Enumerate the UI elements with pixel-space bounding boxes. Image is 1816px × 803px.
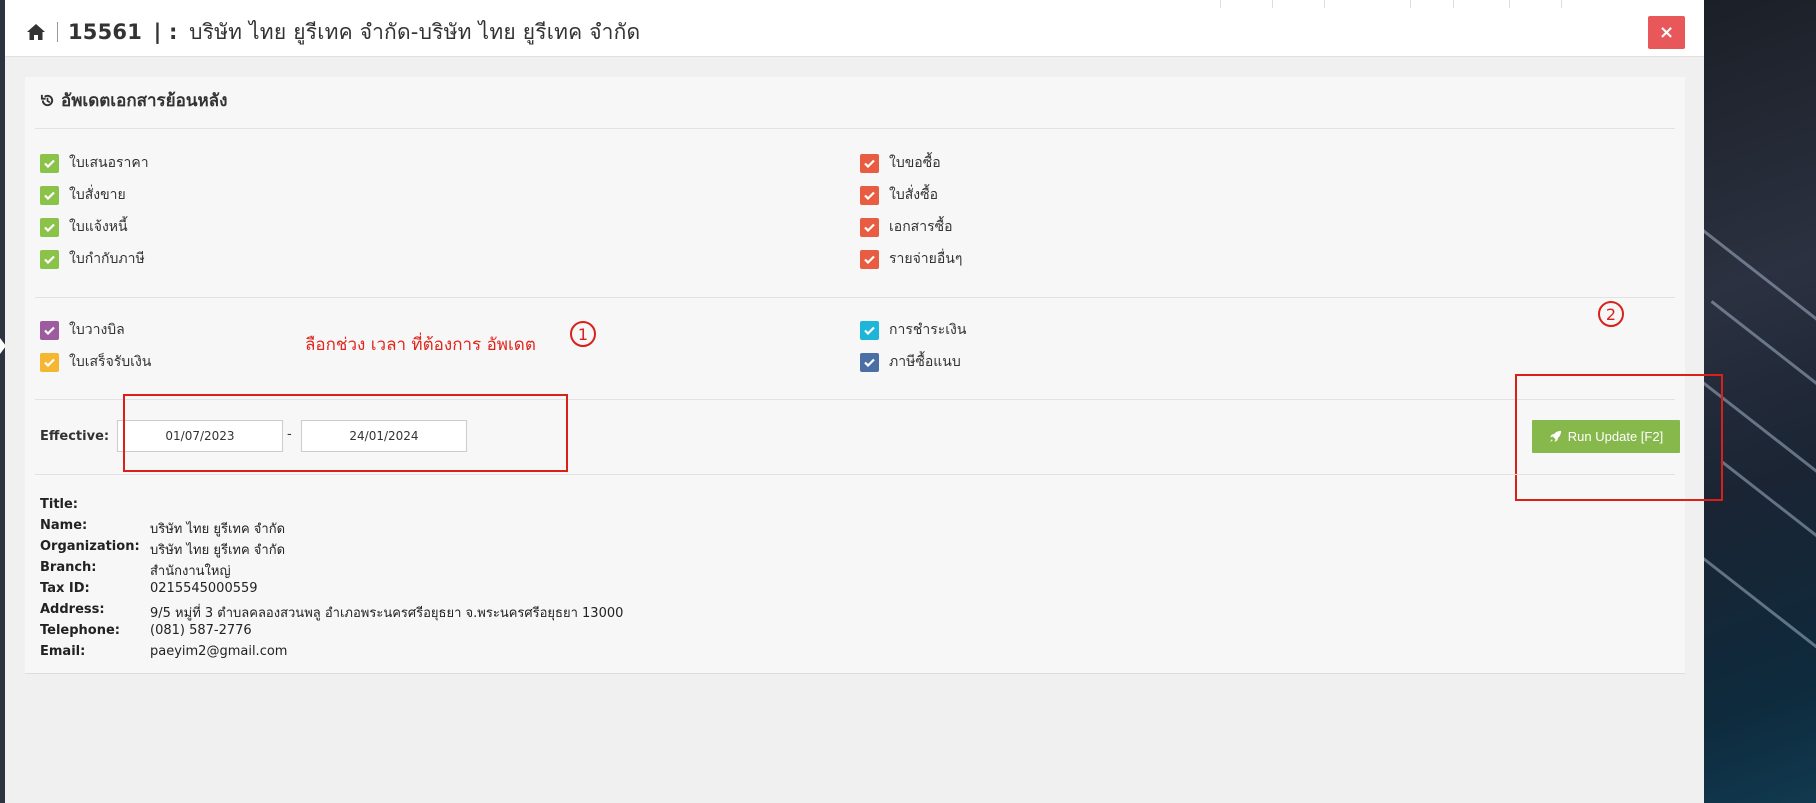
annotation-box-run xyxy=(1515,374,1723,501)
divider xyxy=(35,474,1675,475)
page-title: 15561 | : บริษัท ไทย ยูรีเทค จำกัด-บริษั… xyxy=(68,16,640,49)
checkbox-label: ใบเสนอราคา xyxy=(69,155,149,171)
info-value-email: paeyim2@gmail.com xyxy=(150,644,288,659)
info-value-branch: สำนักงานใหญ่ xyxy=(150,564,231,579)
check-icon xyxy=(860,153,879,173)
checkbox-label: ใบกำกับภาษี xyxy=(69,251,145,267)
checkbox-label: ใบแจ้งหนี้ xyxy=(69,219,128,235)
checkbox-label: การชำระเงิน xyxy=(889,322,967,338)
divider xyxy=(35,128,1675,129)
info-value-telephone: (081) 587-2776 xyxy=(150,623,252,638)
info-key-title: Title: xyxy=(40,497,79,512)
company-info: Title: Name: บริษัท ไทย ยูรีเทค จำกัด Or… xyxy=(40,497,940,667)
grid-cell xyxy=(1272,0,1273,8)
checkbox-label: รายจ่ายอื่นๆ xyxy=(889,251,963,267)
update-panel: อัพเดตเอกสารย้อนหลัง ใบเสนอราคา ใบสั่งขา… xyxy=(25,77,1723,674)
checkbox-label: ใบวางบิล xyxy=(69,322,125,338)
checkbox-tax-invoice[interactable]: ใบกำกับภาษี xyxy=(40,248,145,270)
grid-cell xyxy=(1410,0,1411,8)
check-icon xyxy=(860,217,879,237)
checkbox-label: เอกสารซื้อ xyxy=(889,219,953,235)
close-button[interactable]: × xyxy=(1648,16,1685,49)
check-icon xyxy=(860,249,879,269)
annotation-circle-1: 1 xyxy=(570,321,596,347)
panel-heading: อัพเดตเอกสารย้อนหลัง xyxy=(40,87,227,114)
history-icon xyxy=(40,94,54,107)
check-icon xyxy=(40,217,59,237)
bg-streak xyxy=(1710,300,1816,463)
divider xyxy=(35,297,1675,298)
info-key-address: Address: xyxy=(40,602,105,617)
grid-cell xyxy=(1324,0,1325,8)
info-key-name: Name: xyxy=(40,518,88,533)
info-key-branch: Branch: xyxy=(40,560,97,575)
checkbox-invoice[interactable]: ใบแจ้งหนี้ xyxy=(40,216,128,238)
bg-streak xyxy=(1704,220,1816,383)
bg-streak xyxy=(1704,540,1816,703)
check-icon xyxy=(860,352,879,372)
home-icon[interactable] xyxy=(25,22,47,42)
check-icon xyxy=(860,320,879,340)
grid-cell xyxy=(1561,0,1562,8)
check-icon xyxy=(40,249,59,269)
checkbox-label: ใบสั่งซื้อ xyxy=(889,187,939,203)
panel-title: อัพเดตเอกสารย้อนหลัง xyxy=(61,91,228,111)
info-key-organization: Organization: xyxy=(40,539,140,554)
header-divider xyxy=(57,22,58,42)
info-value-organization: บริษัท ไทย ยูรีเทค จำกัด xyxy=(150,543,286,558)
info-value-address: 9/5 หมู่ที่ 3 ตำบลคลองสวนพลู อำเภอพระนคร… xyxy=(150,606,624,621)
check-icon xyxy=(860,185,879,205)
check-icon xyxy=(40,320,59,340)
title-separator: | : xyxy=(153,19,178,44)
modal-header: 15561 | : บริษัท ไทย ยูรีเทค จำกัด-บริษั… xyxy=(5,8,1704,57)
grid-cell xyxy=(1220,0,1221,8)
checkbox-label: ภาษีซื้อแนบ xyxy=(889,354,961,370)
info-key-tax-id: Tax ID: xyxy=(40,581,90,596)
record-id: 15561 xyxy=(68,19,143,44)
info-value-tax-id: 0215545000559 xyxy=(150,581,258,596)
checkbox-input-tax[interactable]: ภาษีซื้อแนบ xyxy=(860,351,961,373)
checkbox-label: ใบเสร็จรับเงิน xyxy=(69,354,152,370)
company-title: บริษัท ไทย ยูรีเทค จำกัด-บริษัท ไทย ยูรี… xyxy=(189,19,641,44)
info-key-email: Email: xyxy=(40,644,86,659)
checkbox-other-expenses[interactable]: รายจ่ายอื่นๆ xyxy=(860,248,962,270)
checkbox-purchase-request[interactable]: ใบขอซื้อ xyxy=(860,152,941,174)
info-key-telephone: Telephone: xyxy=(40,623,120,638)
annotation-circle-2: 2 xyxy=(1598,301,1624,327)
checkbox-payment[interactable]: การชำระเงิน xyxy=(860,319,966,341)
checkbox-purchase-order[interactable]: ใบสั่งซื้อ xyxy=(860,184,938,206)
checkbox-label: ใบสั่งขาย xyxy=(69,187,126,203)
update-modal: 15561 | : บริษัท ไทย ยูรีเทค จำกัด-บริษั… xyxy=(5,0,1723,803)
grid-cell xyxy=(1453,0,1454,8)
checkbox-receipt[interactable]: ใบเสร็จรับเงิน xyxy=(40,351,151,373)
checkbox-sales-order[interactable]: ใบสั่งขาย xyxy=(40,184,126,206)
info-value-name: บริษัท ไทย ยูรีเทค จำกัด xyxy=(150,522,286,537)
checkbox-label: ใบขอซื้อ xyxy=(889,155,941,171)
annotation-note: ลือกช่วง เวลา ที่ต้องการ อัพเดต xyxy=(305,335,536,355)
effective-label: Effective: xyxy=(40,429,110,444)
checkbox-quotation[interactable]: ใบเสนอราคา xyxy=(40,152,149,174)
grid-cell xyxy=(1509,0,1510,8)
check-icon xyxy=(40,352,59,372)
annotation-box-dates xyxy=(123,394,568,472)
bg-streak xyxy=(1720,460,1816,623)
check-icon xyxy=(40,153,59,173)
check-icon xyxy=(40,185,59,205)
checkbox-purchase-document[interactable]: เอกสารซื้อ xyxy=(860,216,953,238)
checkbox-billing-note[interactable]: ใบวางบิล xyxy=(40,319,125,341)
